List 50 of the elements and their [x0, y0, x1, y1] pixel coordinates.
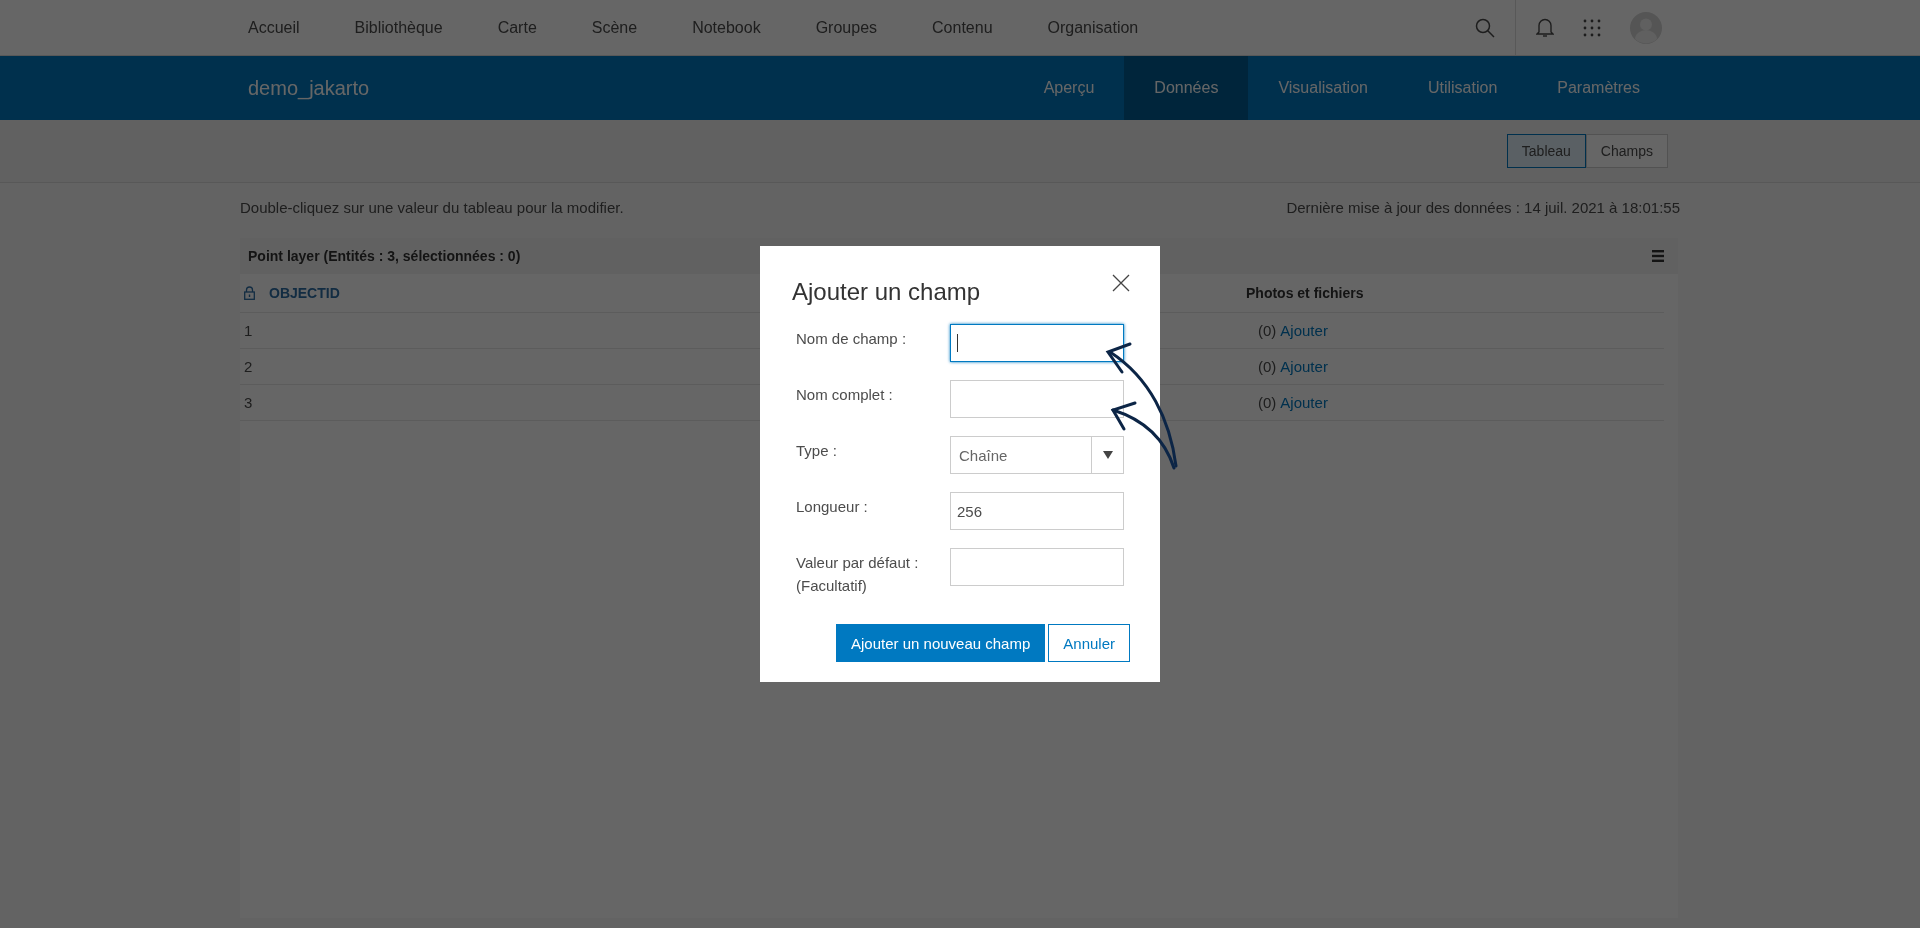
attachment-count: (0) — [1258, 358, 1277, 375]
nav-link[interactable]: Groupes — [815, 18, 878, 37]
input-field[interactable]: 256 — [950, 492, 1124, 530]
menu-icon[interactable] — [1652, 250, 1664, 262]
nav-link[interactable]: Bibliothèque — [354, 18, 443, 37]
field-label: Valeur par défaut : — [796, 554, 919, 571]
field-label: Longueur : — [796, 498, 868, 515]
apps-icon[interactable] — [1582, 17, 1602, 38]
item-title: demo_jakarto — [248, 76, 370, 100]
add-field-button[interactable]: Ajouter un nouveau champ — [836, 624, 1046, 662]
dialog-title: Ajouter un champ — [792, 278, 981, 306]
add-link[interactable]: Ajouter — [1280, 358, 1328, 375]
add-link[interactable]: Ajouter — [1280, 394, 1328, 411]
close-icon[interactable] — [1112, 274, 1130, 292]
search-icon[interactable] — [1475, 17, 1495, 38]
field-label: Nom de champ : — [796, 330, 907, 347]
type-dropdown[interactable]: Chaîne — [950, 436, 1124, 474]
nav-link[interactable]: Organisation — [1047, 18, 1139, 37]
input-field[interactable] — [950, 380, 1124, 418]
nav-link[interactable]: Notebook — [692, 18, 761, 37]
tab[interactable]: Visualisation — [1248, 56, 1398, 120]
add-link[interactable]: Ajouter — [1280, 322, 1328, 339]
caret-icon — [1102, 451, 1113, 459]
nav-link[interactable]: Carte — [497, 18, 537, 37]
column-header[interactable]: Photos et fichiers — [1246, 285, 1364, 301]
nav-link[interactable]: Contenu — [932, 18, 993, 37]
view-toggle-button[interactable]: Tableau — [1506, 134, 1586, 168]
attachment-count: (0) — [1258, 322, 1277, 339]
table-cell: 3 — [244, 394, 253, 411]
cancel-button[interactable]: Annuler — [1048, 624, 1130, 662]
column-header[interactable]: OBJECTID — [269, 285, 340, 301]
nav-link[interactable]: Scène — [591, 18, 638, 37]
tab[interactable]: Données — [1124, 56, 1249, 120]
view-toggle-button[interactable]: Champs — [1585, 134, 1668, 168]
last-update-text: Dernière mise à jour des données : 14 juil. 2021 à 18:01:55 — [1286, 199, 1680, 218]
attachment-count: (0) — [1258, 394, 1277, 411]
input-field[interactable] — [950, 548, 1124, 586]
nav-link[interactable]: Accueil — [248, 18, 300, 37]
tab[interactable]: Aperçu — [1013, 56, 1125, 120]
input-field[interactable] — [950, 324, 1124, 362]
tab[interactable]: Paramètres — [1527, 56, 1670, 120]
table-cell: 1 — [244, 322, 253, 339]
table-cell: 2 — [244, 358, 253, 375]
tab[interactable]: Utilisation — [1397, 56, 1528, 120]
field-hint: (Facultatif) — [796, 577, 868, 594]
field-label: Nom complet : — [796, 386, 893, 403]
notification-icon[interactable] — [1536, 17, 1554, 38]
field-label: Type : — [796, 442, 837, 459]
hint-text: Double-cliquez sur une valeur du tableau pour la modifier. — [240, 199, 624, 218]
table-title: Point layer (Entités : 3, sélectionnées : 0) — [248, 248, 521, 264]
